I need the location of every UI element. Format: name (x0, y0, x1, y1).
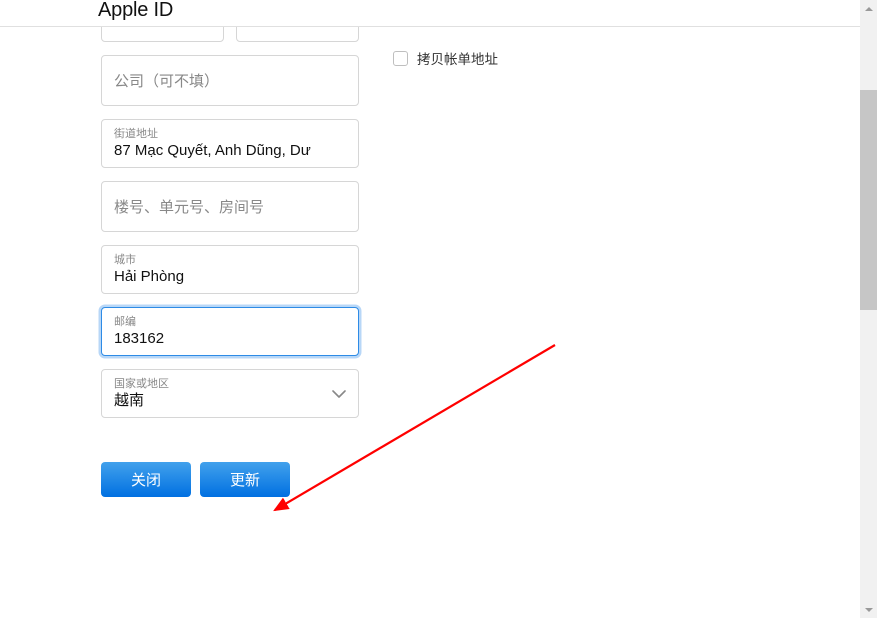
city-value: Hải Phòng (114, 267, 346, 287)
close-button[interactable]: 关闭 (101, 462, 191, 497)
street-address-field[interactable]: 街道地址 87 Mạc Quyết, Anh Dũng, Dư (101, 119, 359, 168)
street-value: 87 Mạc Quyết, Anh Dũng, Dư (114, 141, 346, 161)
first-name-field[interactable]: Kevin (236, 27, 359, 42)
street-label: 街道地址 (114, 127, 346, 141)
company-placeholder: 公司（可不填） (114, 70, 346, 91)
company-field[interactable]: 公司（可不填） (101, 55, 359, 106)
last-name-field[interactable]: geuser (101, 27, 224, 42)
country-value: 越南 (114, 391, 322, 411)
postal-code-field[interactable]: 邮编 (101, 307, 359, 356)
address-line2-placeholder: 楼号、单元号、房间号 (114, 196, 346, 217)
update-button[interactable]: 更新 (200, 462, 290, 497)
page-title: Apple ID (98, 0, 877, 20)
postal-label: 邮编 (114, 315, 346, 329)
last-name-value: geuser (114, 27, 211, 29)
header: Apple ID (0, 0, 877, 27)
scrollbar-up[interactable] (860, 0, 877, 17)
chevron-down-icon (332, 390, 346, 398)
address-line2-field[interactable]: 楼号、单元号、房间号 (101, 181, 359, 232)
postal-input[interactable] (114, 329, 346, 349)
scrollbar-down[interactable] (860, 601, 877, 618)
country-label: 国家或地区 (114, 377, 322, 391)
first-name-value: Kevin (249, 27, 346, 29)
city-field[interactable]: 城市 Hải Phòng (101, 245, 359, 294)
country-field[interactable]: 国家或地区 越南 (101, 369, 359, 418)
city-label: 城市 (114, 253, 346, 267)
